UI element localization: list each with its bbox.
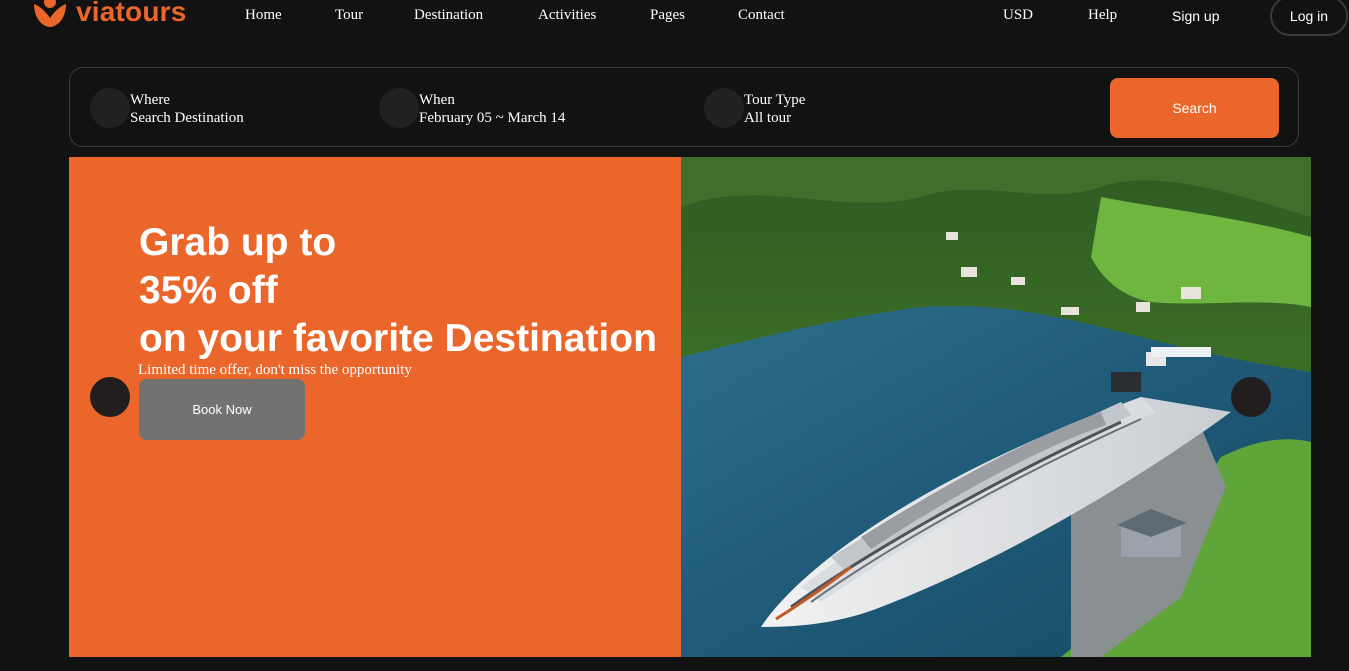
prev-arrow-icon[interactable]: [90, 377, 130, 417]
when-field[interactable]: When February 05 ~ March 14: [419, 91, 565, 127]
when-label: When: [419, 92, 455, 108]
tour-type-field[interactable]: Tour Type All tour: [744, 91, 805, 127]
when-value: February 05 ~ March 14: [419, 110, 566, 126]
nav-contact[interactable]: Contact: [738, 7, 785, 24]
where-value: Search Destination: [130, 110, 244, 126]
hero-title-line: 35% off: [139, 269, 278, 312]
site-header: viatours Home Tour Destination Activitie…: [0, 0, 1349, 40]
nav-pages[interactable]: Pages: [650, 7, 685, 24]
calendar-icon: [379, 88, 419, 128]
book-now-button[interactable]: Book Now: [139, 379, 305, 440]
brand-name: viatours: [76, 0, 187, 27]
nav-destination[interactable]: Destination: [414, 7, 483, 24]
search-bar: Where Search Destination When February 0…: [69, 67, 1299, 147]
help-link[interactable]: Help: [1088, 7, 1117, 24]
where-label: Where: [130, 92, 170, 108]
hero-subtitle: Limited time offer, don't miss the oppor…: [138, 362, 412, 378]
location-icon: [90, 88, 130, 128]
tour-type-label: Tour Type: [744, 92, 806, 108]
where-field[interactable]: Where Search Destination: [130, 91, 244, 127]
cruise-ship-fjord-photo: [681, 157, 1311, 657]
nav-home[interactable]: Home: [245, 7, 282, 24]
hero-title-line: Grab up to: [139, 221, 337, 264]
tour-type-value: All tour: [744, 110, 792, 126]
hero-title: Grab up to 35% off on your favorite Dest…: [139, 219, 657, 363]
tour-type-icon: [704, 88, 744, 128]
nav-tour[interactable]: Tour: [335, 7, 363, 24]
search-button[interactable]: Search: [1110, 78, 1279, 138]
hero-banner: Grab up to 35% off on your favorite Dest…: [69, 157, 1311, 657]
signup-link[interactable]: Sign up: [1172, 8, 1219, 24]
hero-title-line: on your favorite Destination: [139, 317, 657, 360]
login-button[interactable]: Log in: [1270, 0, 1348, 36]
nav-activities[interactable]: Activities: [538, 7, 596, 24]
logo[interactable]: viatours: [30, 0, 187, 30]
next-arrow-icon[interactable]: [1231, 377, 1271, 417]
viatours-logo-icon: [30, 0, 70, 30]
currency-selector[interactable]: USD: [1003, 7, 1033, 24]
